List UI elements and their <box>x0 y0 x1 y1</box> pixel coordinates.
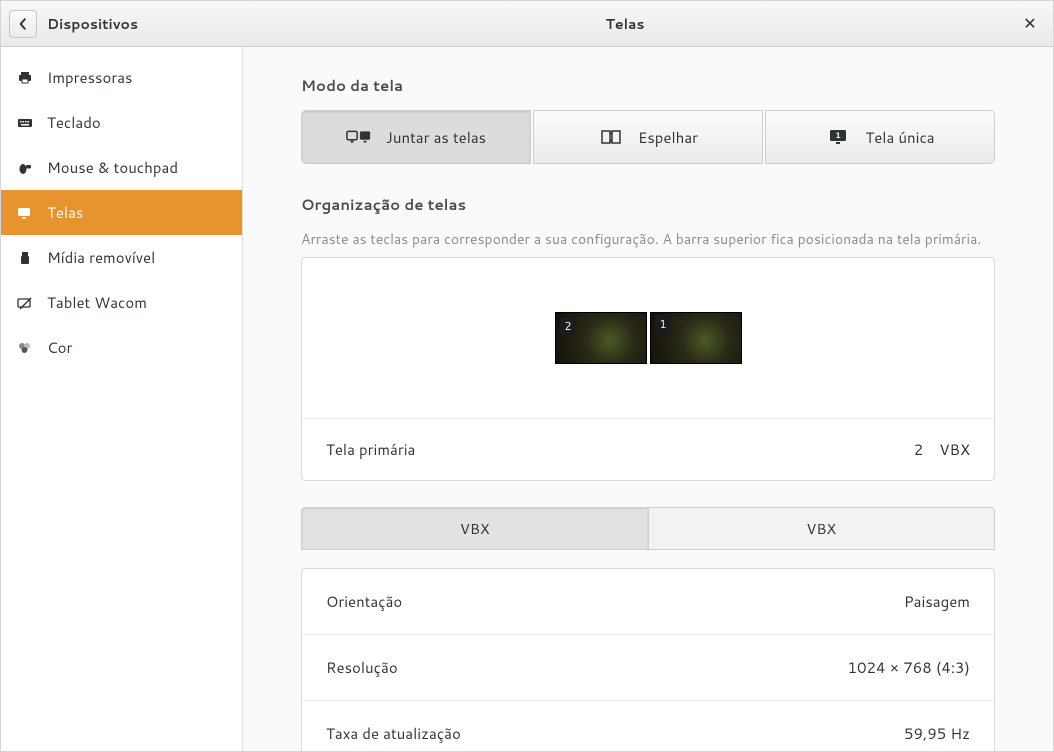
display-badge: 2 <box>560 317 577 335</box>
tablet-icon <box>17 295 33 311</box>
sidebar-item-keyboard[interactable]: Teclado <box>1 100 242 145</box>
tab-label: VBX <box>806 518 836 539</box>
primary-display-label: Tela primária <box>326 439 415 460</box>
sidebar-item-displays[interactable]: Telas <box>1 190 242 235</box>
mode-mirror[interactable]: Espelhar <box>533 110 763 164</box>
sidebar-item-label: Mouse & touchpad <box>47 157 178 178</box>
setting-value: 59,95 Hz <box>904 723 970 744</box>
sidebar-item-label: Teclado <box>47 112 101 133</box>
sidebar-item-printers[interactable]: Impressoras <box>1 55 242 100</box>
close-icon: ✕ <box>1023 12 1036 35</box>
displays-icon <box>17 205 33 221</box>
sidebar-item-label: Telas <box>47 202 83 223</box>
tab-label: VBX <box>460 518 490 539</box>
printer-icon <box>17 70 33 86</box>
mode-single[interactable]: 1 Tela única <box>765 110 995 164</box>
back-button[interactable] <box>9 10 37 38</box>
setting-label: Taxa de atualização <box>326 723 461 744</box>
primary-display-num: 2 <box>914 439 924 460</box>
arrangement-section-label: Organização de telas <box>301 194 995 215</box>
setting-label: Resolução <box>326 657 398 678</box>
display-settings-panel: Orientação Paisagem Resolução 1024 × 768… <box>301 568 995 751</box>
titlebar: Dispositivos Telas ✕ <box>1 1 1053 47</box>
setting-label: Orientação <box>326 591 402 612</box>
chevron-left-icon <box>17 18 29 30</box>
resolution-row[interactable]: Resolução 1024 × 768 (4:3) <box>302 634 994 700</box>
sidebar-item-mouse[interactable]: Mouse & touchpad <box>1 145 242 190</box>
titlebar-right: ✕ <box>1007 10 1053 38</box>
display-mode-toggle: Juntar as telas Espelhar 1 Tela única <box>301 110 995 164</box>
usb-icon <box>17 250 33 266</box>
display-tabs: VBX VBX <box>301 507 995 550</box>
section-title: Dispositivos <box>47 14 138 34</box>
refresh-rate-row[interactable]: Taxa de atualização 59,95 Hz <box>302 700 994 751</box>
display-thumb-1[interactable]: 1 <box>650 312 742 364</box>
primary-display-value: 2 VBX <box>914 439 970 460</box>
color-icon <box>17 340 33 356</box>
mirror-icon <box>598 128 624 146</box>
setting-value: Paisagem <box>904 591 970 612</box>
settings-window: Dispositivos Telas ✕ Impressoras Teclado… <box>0 0 1054 752</box>
arrangement-area: 2 1 <box>302 258 994 418</box>
sidebar-item-removable-media[interactable]: Mídia removível <box>1 235 242 280</box>
sidebar-item-label: Mídia removível <box>47 247 155 268</box>
display-tab-1[interactable]: VBX <box>301 507 649 550</box>
primary-display-row[interactable]: Tela primária 2 VBX <box>302 418 994 480</box>
sidebar-item-label: Cor <box>47 337 72 358</box>
mode-label: Espelhar <box>638 127 698 148</box>
mode-label: Tela única <box>865 127 934 148</box>
sidebar-item-label: Tablet Wacom <box>47 292 147 313</box>
titlebar-left: Dispositivos <box>1 10 243 38</box>
display-tab-2[interactable]: VBX <box>649 507 996 550</box>
arrangement-hint: Arraste as teclas para corresponder a su… <box>301 229 995 249</box>
single-display-icon: 1 <box>825 128 851 146</box>
join-displays-icon <box>346 128 372 146</box>
mode-section-label: Modo da tela <box>301 75 995 96</box>
display-badge: 1 <box>655 315 672 333</box>
mode-join-displays[interactable]: Juntar as telas <box>301 110 531 164</box>
primary-display-name: VBX <box>939 439 970 460</box>
sidebar-item-wacom[interactable]: Tablet Wacom <box>1 280 242 325</box>
sidebar-item-color[interactable]: Cor <box>1 325 242 370</box>
page-title: Telas <box>243 14 1007 34</box>
mouse-icon <box>17 160 33 176</box>
setting-value: 1024 × 768 (4:3) <box>847 657 970 678</box>
content: Modo da tela Juntar as telas Espelhar 1 … <box>243 47 1053 751</box>
sidebar-item-label: Impressoras <box>47 67 133 88</box>
svg-text:1: 1 <box>836 129 842 141</box>
display-thumb-2[interactable]: 2 <box>555 312 647 364</box>
body: Impressoras Teclado Mouse & touchpad Tel… <box>1 47 1053 751</box>
keyboard-icon <box>17 115 33 131</box>
mode-label: Juntar as telas <box>386 127 486 148</box>
orientation-row[interactable]: Orientação Paisagem <box>302 569 994 634</box>
close-button[interactable]: ✕ <box>1016 10 1044 38</box>
sidebar: Impressoras Teclado Mouse & touchpad Tel… <box>1 47 243 751</box>
arrangement-panel: 2 1 Tela primária 2 VBX <box>301 257 995 481</box>
